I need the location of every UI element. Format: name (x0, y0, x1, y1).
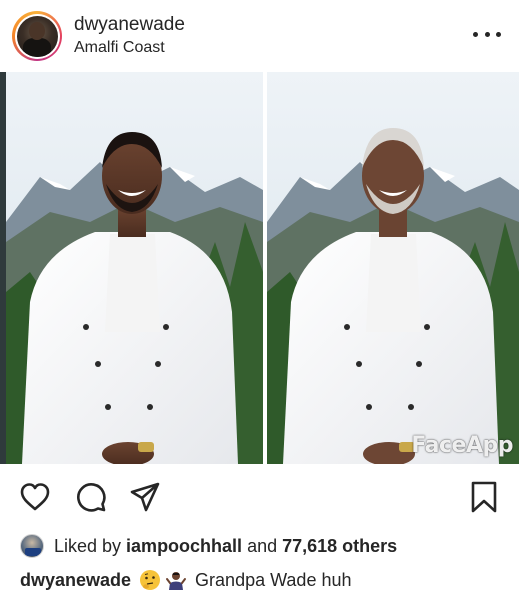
paper-plane-icon[interactable] (128, 480, 162, 514)
more-dots-icon (473, 31, 478, 37)
likes-middle: and (242, 535, 283, 556)
comment-icon[interactable] (74, 480, 108, 514)
more-options-button[interactable] (473, 24, 501, 44)
likes-count[interactable]: 77,618 others (282, 536, 397, 557)
likes-prefix: Liked by (54, 535, 127, 556)
liker-avatar[interactable] (20, 534, 44, 558)
heart-icon[interactable] (18, 480, 52, 514)
post-caption: dwyanewade Grandpa Wade huh (20, 566, 351, 594)
avatar-photo (16, 15, 58, 57)
shrug-person-icon (165, 569, 187, 591)
profile-avatar[interactable] (12, 11, 62, 61)
action-bar (0, 464, 519, 528)
post-username[interactable]: dwyanewade (74, 14, 185, 36)
caption-username[interactable]: dwyanewade (20, 570, 131, 591)
likes-summary: Liked by iampoochhall and 77,618 others (20, 532, 397, 560)
post-photo[interactable]: FaceApp (0, 72, 519, 464)
bookmark-icon[interactable] (467, 480, 501, 514)
post-header: dwyanewade Amalfi Coast (0, 0, 519, 72)
liker-username[interactable]: iampoochhall (126, 536, 242, 557)
caption-text: Grandpa Wade huh (195, 569, 352, 590)
thinking-face-icon (139, 569, 161, 591)
post-location[interactable]: Amalfi Coast (74, 39, 165, 57)
faceapp-watermark: FaceApp (411, 433, 513, 458)
faceapp-comparison-image (0, 72, 519, 464)
